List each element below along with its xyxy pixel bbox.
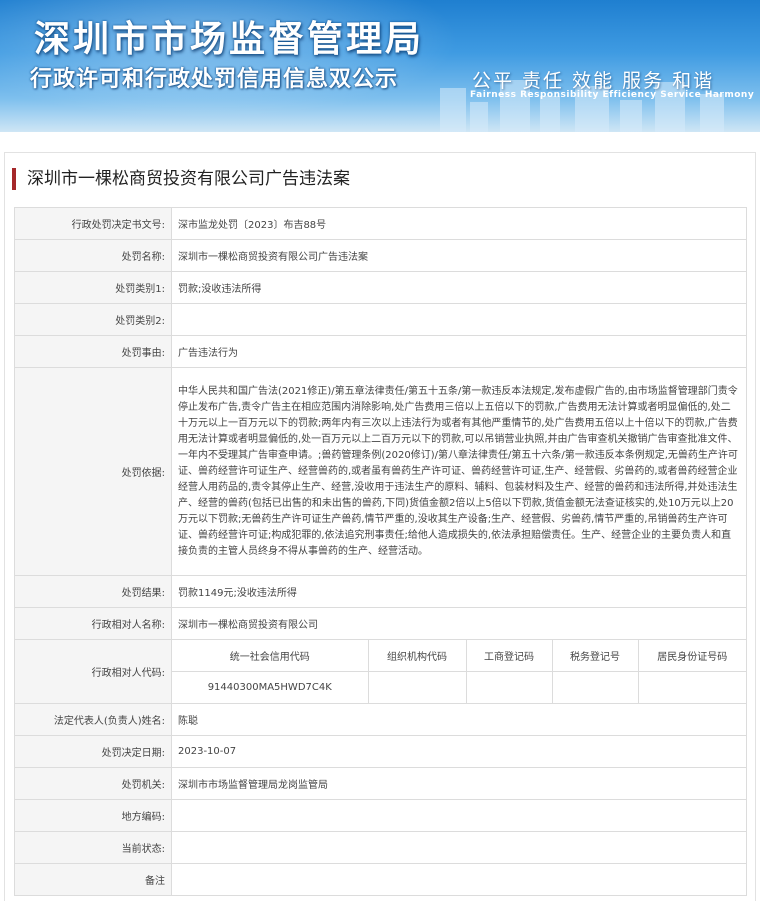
org-code-value (368, 671, 467, 703)
penalty-info-table: 行政处罚决定书文号: 深市监龙处罚〔2023〕布吉88号 处罚名称: 深圳市一棵… (14, 207, 747, 896)
field-label: 处罚类别2: (14, 303, 172, 336)
agency-title: 深圳市市场监督管理局 (34, 19, 425, 60)
slogan: 公平 责任 效能 服务 和谐 (472, 70, 715, 92)
code-header-row: 统一社会信用代码 组织机构代码 工商登记码 税务登记号 居民身份证号码 (172, 640, 746, 672)
table-row: 处罚类别2: (14, 303, 747, 336)
table-row: 处罚决定日期: 2023-10-07 (14, 735, 747, 768)
table-row: 行政处罚决定书文号: 深市监龙处罚〔2023〕布吉88号 (14, 207, 747, 240)
field-label: 备注 (14, 863, 172, 896)
field-label: 处罚机关: (14, 767, 172, 800)
portal-subtitle: 行政许可和行政处罚信用信息双公示 (30, 67, 399, 92)
reason-value: 广告违法行为 (171, 335, 747, 368)
document-number-value: 深市监龙处罚〔2023〕布吉88号 (171, 207, 747, 240)
table-row: 行政相对人名称: 深圳市一棵松商贸投资有限公司 (14, 607, 747, 640)
field-label: 法定代表人(负责人)姓名: (14, 703, 172, 736)
field-label: 处罚结果: (14, 575, 172, 608)
field-label: 处罚名称: (14, 239, 172, 272)
field-label: 当前状态: (14, 831, 172, 864)
slogan-english: Fairness Responsibility Efficiency Servi… (470, 90, 755, 100)
business-reg-value (466, 671, 553, 703)
table-row: 地方编码: (14, 799, 747, 832)
table-row: 处罚依据: 中华人民共和国广告法(2021修正)/第五章法律责任/第五十五条/第… (14, 367, 747, 576)
status-value (171, 831, 747, 864)
field-label: 行政相对人名称: (14, 607, 172, 640)
credit-code-value: 91440300MA5HWD7C4K (172, 671, 369, 703)
table-row: 处罚名称: 深圳市一棵松商贸投资有限公司广告违法案 (14, 239, 747, 272)
table-row: 当前状态: (14, 831, 747, 864)
field-label: 处罚类别1: (14, 271, 172, 304)
legal-basis-value: 中华人民共和国广告法(2021修正)/第五章法律责任/第五十五条/第一款违反本法… (171, 367, 747, 576)
id-card-value (638, 672, 746, 704)
case-title: 深圳市一棵松商贸投资有限公司广告违法案 (12, 168, 350, 190)
case-name-value: 深圳市一棵松商贸投资有限公司广告违法案 (171, 239, 747, 272)
remark-value (171, 863, 747, 896)
code-header: 组织机构代码 (368, 640, 467, 672)
party-code-table: 统一社会信用代码 组织机构代码 工商登记码 税务登记号 居民身份证号码 9144… (172, 640, 746, 703)
field-label: 行政处罚决定书文号: (14, 207, 172, 240)
authority-value: 深圳市市场监督管理局龙岗监管局 (171, 767, 747, 800)
decision-date-value: 2023-10-07 (171, 735, 747, 768)
party-code-cell: 统一社会信用代码 组织机构代码 工商登记码 税务登记号 居民身份证号码 9144… (171, 639, 747, 704)
building-silhouette (540, 96, 560, 132)
tax-reg-value (552, 671, 639, 703)
table-row: 处罚事由: 广告违法行为 (14, 335, 747, 368)
field-label: 处罚决定日期: (14, 735, 172, 768)
result-value: 罚款1149元;没收违法所得 (171, 575, 747, 608)
category2-value (171, 303, 747, 336)
code-header: 统一社会信用代码 (172, 640, 369, 672)
table-row: 行政相对人代码: 统一社会信用代码 组织机构代码 工商登记码 税务登记号 居民身… (14, 639, 747, 704)
field-label: 行政相对人代码: (14, 639, 172, 704)
building-silhouette (620, 100, 642, 132)
category1-value: 罚款;没收违法所得 (171, 271, 747, 304)
party-name-value: 深圳市一棵松商贸投资有限公司 (171, 607, 747, 640)
legal-rep-value: 陈聪 (171, 703, 747, 736)
field-label: 处罚事由: (14, 335, 172, 368)
table-row: 法定代表人(负责人)姓名: 陈聪 (14, 703, 747, 736)
table-row: 处罚类别1: 罚款;没收违法所得 (14, 271, 747, 304)
code-value-row: 91440300MA5HWD7C4K (172, 671, 746, 704)
area-code-value (171, 799, 747, 832)
building-silhouette (470, 102, 488, 132)
building-silhouette (440, 88, 466, 132)
code-header: 工商登记码 (466, 640, 553, 672)
header-banner: 深圳市市场监督管理局 行政许可和行政处罚信用信息双公示 公平 责任 效能 服务 … (0, 0, 760, 132)
table-row: 备注 (14, 863, 747, 896)
field-label: 处罚依据: (14, 367, 172, 576)
table-row: 处罚机关: 深圳市市场监督管理局龙岗监管局 (14, 767, 747, 800)
code-header: 税务登记号 (552, 640, 639, 672)
table-row: 处罚结果: 罚款1149元;没收违法所得 (14, 575, 747, 608)
field-label: 地方编码: (14, 799, 172, 832)
code-header: 居民身份证号码 (638, 640, 746, 672)
